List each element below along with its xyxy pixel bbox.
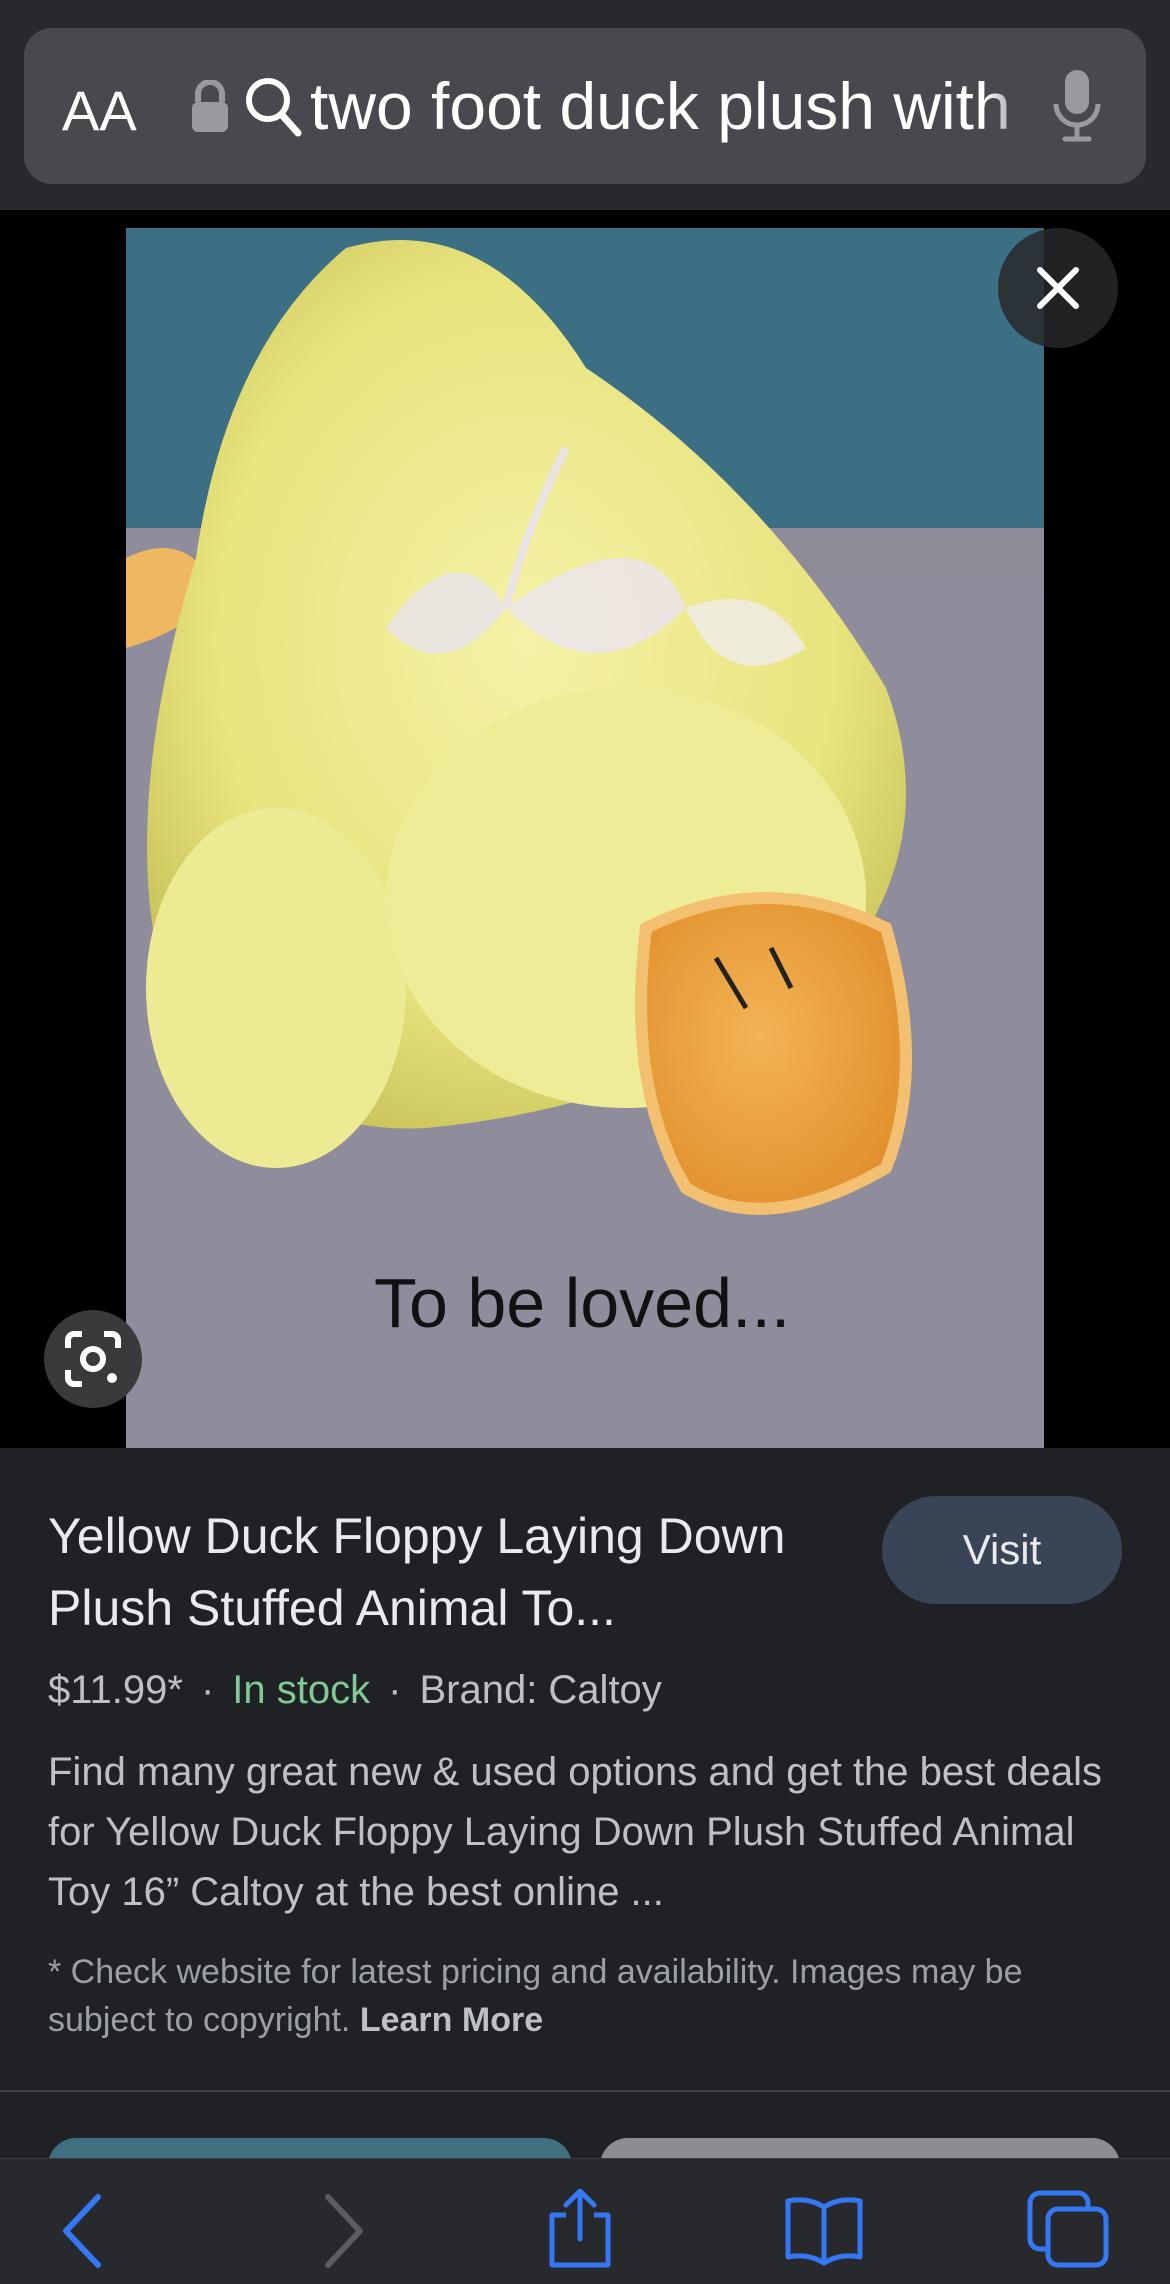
divider <box>0 2090 1170 2092</box>
microphone-icon[interactable] <box>1052 68 1102 149</box>
address-bar[interactable]: AA two foot duck plush with bow <box>24 28 1146 184</box>
bottom-toolbar <box>0 2158 1170 2284</box>
image-viewer: To be loved... <box>0 228 1170 1448</box>
query-fade <box>984 64 1044 148</box>
close-icon <box>1037 267 1079 309</box>
result-meta: $11.99* · In stock · Brand: Caltoy <box>48 1668 662 1712</box>
visit-button[interactable]: Visit <box>882 1496 1122 1604</box>
lock-icon <box>190 79 230 139</box>
result-description: Find many great new & used options and g… <box>48 1750 1103 1914</box>
product-image[interactable]: To be loved... <box>126 228 1044 1448</box>
lens-search-button[interactable] <box>44 1310 142 1408</box>
forward-icon[interactable] <box>300 2189 380 2269</box>
disclaimer: * Check website for latest pricing and a… <box>48 1948 1128 2044</box>
text-size-label: AA <box>62 79 137 142</box>
share-icon[interactable] <box>540 2189 620 2269</box>
brand: Brand: Caltoy <box>419 1668 662 1712</box>
search-icon <box>244 76 304 145</box>
image-caption: To be loved... <box>374 1264 791 1342</box>
close-button[interactable] <box>998 228 1118 348</box>
learn-more-link[interactable]: Learn More <box>360 2001 543 2039</box>
back-icon[interactable] <box>46 2189 126 2269</box>
lens-icon <box>65 1331 121 1387</box>
result-info-panel: Yellow Duck Floppy Laying Down Plush Stu… <box>0 1448 1170 2178</box>
visit-label: Visit <box>962 1526 1042 1573</box>
tabs-icon[interactable] <box>1026 2189 1109 2269</box>
stock-status: In stock <box>232 1668 371 1712</box>
text-size-button[interactable]: AA <box>62 78 137 143</box>
search-query-text[interactable]: two foot duck plush with bow <box>310 64 1030 148</box>
bookmarks-icon[interactable] <box>784 2189 864 2269</box>
result-title[interactable]: Yellow Duck Floppy Laying Down Plush Stu… <box>48 1500 868 1644</box>
price: $11.99* <box>48 1668 183 1712</box>
address-bar-container: AA two foot duck plush with bow <box>0 0 1170 210</box>
